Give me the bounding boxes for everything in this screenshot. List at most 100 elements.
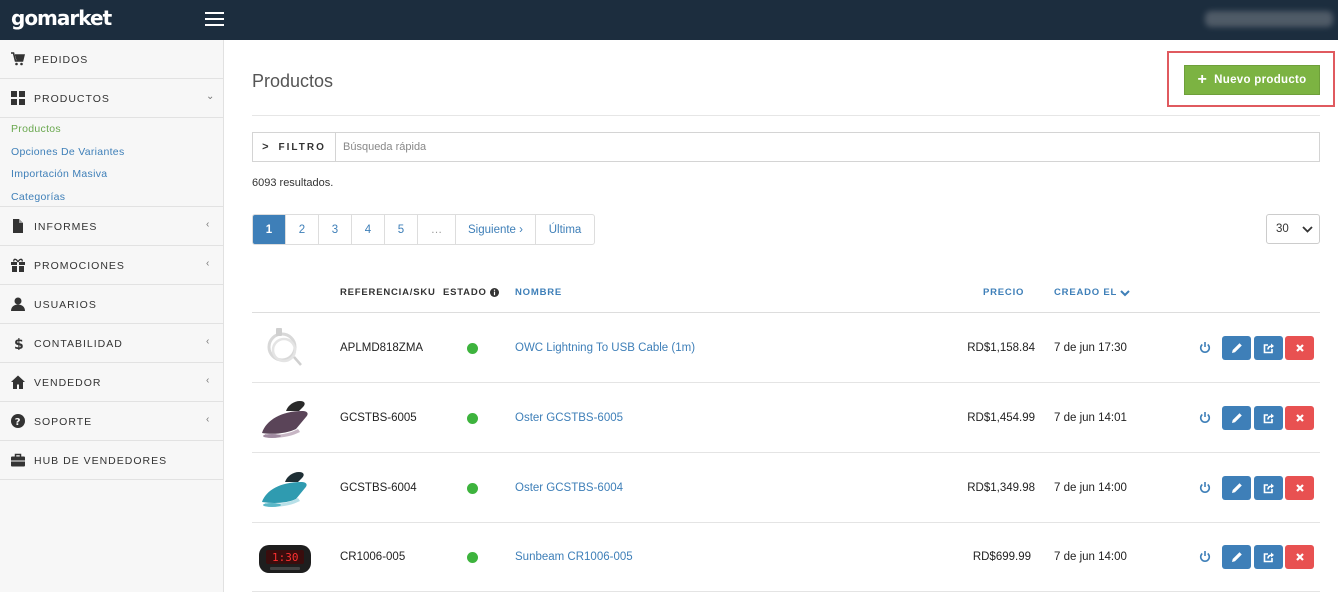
- pencil-icon: [1231, 552, 1242, 562]
- page-3[interactable]: 3: [319, 215, 352, 244]
- chevron-left-icon: ‹: [206, 219, 210, 230]
- sidebar-item-productos[interactable]: PRODUCTOS ⌄: [0, 79, 223, 118]
- sidebar-item-pedidos[interactable]: PEDIDOS: [0, 40, 223, 79]
- page-4[interactable]: 4: [352, 215, 385, 244]
- svg-text:$: $: [14, 337, 24, 350]
- edit-button[interactable]: [1222, 545, 1251, 569]
- pencil-icon: [1231, 343, 1242, 353]
- product-name-link[interactable]: Oster GCSTBS-6004: [515, 482, 623, 494]
- delete-button[interactable]: [1285, 545, 1314, 569]
- open-external-button[interactable]: [1254, 336, 1283, 360]
- delete-button[interactable]: [1285, 406, 1314, 430]
- edit-button[interactable]: [1222, 406, 1251, 430]
- power-icon[interactable]: [1199, 549, 1211, 563]
- product-sku: APLMD818ZMA: [340, 342, 424, 354]
- cart-icon: [11, 52, 25, 66]
- edit-button[interactable]: [1222, 476, 1251, 500]
- product-thumbnail[interactable]: [256, 319, 314, 377]
- product-sku: GCSTBS-6004: [340, 482, 417, 494]
- subnav-importacion-masiva[interactable]: Importación Masiva: [0, 167, 223, 190]
- gift-icon: [11, 258, 25, 272]
- new-product-button[interactable]: + Nuevo producto: [1184, 65, 1320, 95]
- power-icon[interactable]: [1199, 480, 1211, 494]
- sidebar-item-contabilidad[interactable]: $ CONTABILIDAD ‹: [0, 324, 223, 363]
- page-title: Productos: [252, 71, 334, 91]
- pencil-icon: [1231, 413, 1242, 423]
- sort-desc-icon: [1120, 289, 1130, 296]
- product-created-date: 7 de jun 14:00: [1054, 482, 1127, 494]
- product-price: RD$1,349.98: [967, 482, 1035, 494]
- col-header-nombre[interactable]: NOMBRE: [515, 287, 562, 298]
- per-page-select[interactable]: 30: [1266, 214, 1320, 244]
- hamburger-menu-icon[interactable]: [205, 12, 224, 27]
- edit-button[interactable]: [1222, 336, 1251, 360]
- quick-search-input[interactable]: [337, 133, 1319, 161]
- sidebar-item-label: USUARIOS: [34, 299, 97, 311]
- page-last[interactable]: Última: [536, 215, 594, 244]
- productos-submenu: Productos Opciones De Variantes Importac…: [0, 118, 223, 207]
- product-price: RD$1,158.84: [967, 342, 1035, 354]
- col-header-creado-label: CREADO EL: [1054, 287, 1118, 298]
- close-icon: [1295, 414, 1304, 422]
- dollar-icon: $: [14, 337, 24, 350]
- col-header-creado[interactable]: CREADO EL: [1054, 287, 1130, 298]
- status-active-indicator: [467, 552, 478, 563]
- grid-icon: [11, 91, 25, 105]
- top-bar: gomarket: [0, 0, 1338, 40]
- info-icon: [489, 288, 499, 297]
- sidebar-item-informes[interactable]: INFORMES ‹: [0, 207, 223, 246]
- power-icon[interactable]: [1199, 410, 1211, 424]
- product-name-link[interactable]: OWC Lightning To USB Cable (1m): [515, 342, 695, 354]
- user-icon: [11, 297, 25, 311]
- delete-button[interactable]: [1285, 476, 1314, 500]
- chevron-down-icon: [1302, 226, 1313, 233]
- sidebar-item-label: PRODUCTOS: [34, 93, 110, 105]
- close-icon: [1295, 484, 1304, 492]
- power-icon[interactable]: [1199, 340, 1211, 354]
- page-5[interactable]: 5: [385, 215, 418, 244]
- page-next[interactable]: Siguiente ›: [456, 215, 536, 244]
- page-2[interactable]: 2: [286, 215, 319, 244]
- open-external-button[interactable]: [1254, 406, 1283, 430]
- filter-button[interactable]: > FILTRO: [253, 133, 336, 161]
- col-header-estado: ESTADO: [443, 287, 499, 298]
- col-header-precio[interactable]: PRECIO: [983, 287, 1024, 298]
- sidebar-item-promociones[interactable]: PROMOCIONES ‹: [0, 246, 223, 285]
- briefcase-icon: [11, 453, 25, 467]
- close-icon: [1295, 344, 1304, 352]
- product-sku: CR1006-005: [340, 551, 406, 563]
- filter-bar: > FILTRO: [252, 132, 1320, 162]
- svg-text:?: ?: [15, 417, 21, 428]
- page-1[interactable]: 1: [253, 215, 286, 244]
- product-name-link[interactable]: Sunbeam CR1006-005: [515, 551, 633, 563]
- product-name-link[interactable]: Oster GCSTBS-6005: [515, 412, 623, 424]
- new-product-label: Nuevo producto: [1214, 74, 1307, 86]
- subnav-productos[interactable]: Productos: [0, 122, 223, 145]
- pagination: 1 2 3 4 5 … Siguiente › Última: [252, 214, 595, 245]
- sidebar-item-hub-vendedores[interactable]: HUB DE VENDEDORES: [0, 441, 223, 480]
- col-header-estado-label: ESTADO: [443, 287, 487, 298]
- sidebar-item-soporte[interactable]: ? SOPORTE ‹: [0, 402, 223, 441]
- chevron-right-icon: >: [262, 141, 271, 153]
- page-ellipsis: …: [418, 215, 456, 244]
- product-thumbnail[interactable]: [256, 389, 314, 447]
- table-row: APLMD818ZMA OWC Lightning To USB Cable (…: [252, 313, 1320, 383]
- sidebar-item-label: VENDEDOR: [34, 377, 102, 389]
- app-logo[interactable]: gomarket: [11, 6, 112, 30]
- open-external-button[interactable]: [1254, 476, 1283, 500]
- subnav-opciones-variantes[interactable]: Opciones De Variantes: [0, 145, 223, 168]
- chevron-down-icon: ⌄: [206, 91, 215, 102]
- delete-button[interactable]: [1285, 336, 1314, 360]
- chevron-left-icon: ‹: [206, 336, 210, 347]
- filter-label: FILTRO: [278, 141, 326, 153]
- chevron-left-icon: ‹: [206, 375, 210, 386]
- open-external-button[interactable]: [1254, 545, 1283, 569]
- product-price: RD$699.99: [972, 551, 1031, 563]
- sidebar-item-vendedor[interactable]: VENDEDOR ‹: [0, 363, 223, 402]
- sidebar-item-usuarios[interactable]: USUARIOS: [0, 285, 223, 324]
- product-thumbnail[interactable]: [256, 459, 314, 517]
- sidebar-item-label: PEDIDOS: [34, 54, 89, 66]
- product-thumbnail[interactable]: 1:30: [256, 528, 314, 586]
- user-menu[interactable]: [1205, 11, 1333, 27]
- product-created-date: 7 de jun 14:00: [1054, 551, 1127, 563]
